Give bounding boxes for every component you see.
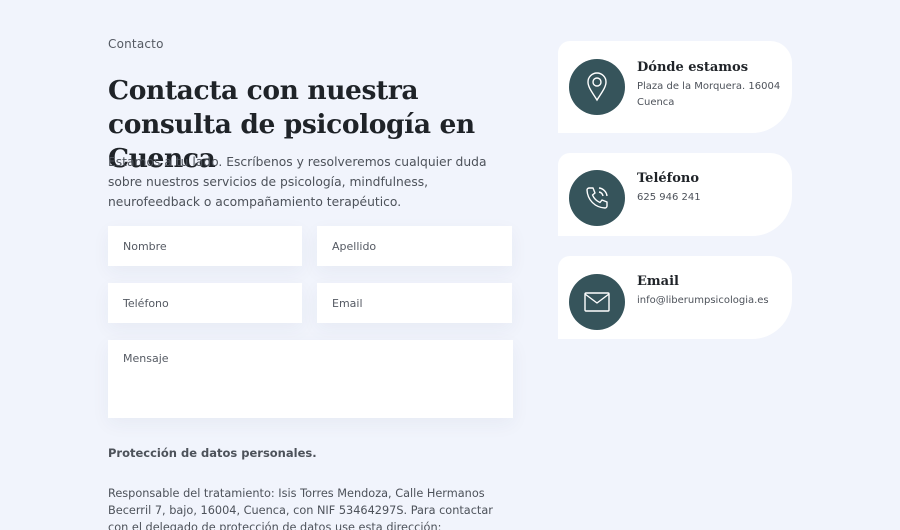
privacy-title: Protección de datos personales. <box>108 446 317 460</box>
phone-title: Teléfono <box>637 171 700 186</box>
message-field[interactable]: Mensaje <box>108 340 513 418</box>
email-title: Email <box>637 274 679 289</box>
phone-card: Teléfono 625 946 241 <box>558 153 792 236</box>
location-address: Plaza de la Morquera. 16004 Cuenca <box>637 81 781 108</box>
phone-icon <box>569 170 625 226</box>
email-field[interactable]: Email <box>317 283 512 323</box>
email-placeholder: Email <box>332 296 363 310</box>
email-address[interactable]: info@liberumpsicologia.es <box>637 293 787 309</box>
location-title: Dónde estamos <box>637 60 749 75</box>
phone-field[interactable]: Teléfono <box>108 283 302 323</box>
name-field[interactable]: Nombre <box>108 226 302 266</box>
envelope-icon <box>569 274 625 330</box>
phone-placeholder: Teléfono <box>123 296 169 310</box>
name-placeholder: Nombre <box>123 239 167 253</box>
message-placeholder: Mensaje <box>123 352 169 365</box>
location-pin-icon <box>569 59 625 115</box>
privacy-text: Responsable del tratamiento: Isis Torres… <box>108 487 493 530</box>
lastname-field[interactable]: Apellido <box>317 226 512 266</box>
email-card: Email info@liberumpsicologia.es <box>558 256 792 339</box>
intro-text: Estamos a tu lado. Escríbenos y resolver… <box>108 155 487 209</box>
contact-page: Contacto Contacta con nuestra consulta d… <box>0 0 900 530</box>
lastname-placeholder: Apellido <box>332 239 377 253</box>
phone-number[interactable]: 625 946 241 <box>637 190 787 206</box>
breadcrumb[interactable]: Contacto <box>108 37 164 51</box>
location-card: Dónde estamos Plaza de la Morquera. 1600… <box>558 41 792 133</box>
